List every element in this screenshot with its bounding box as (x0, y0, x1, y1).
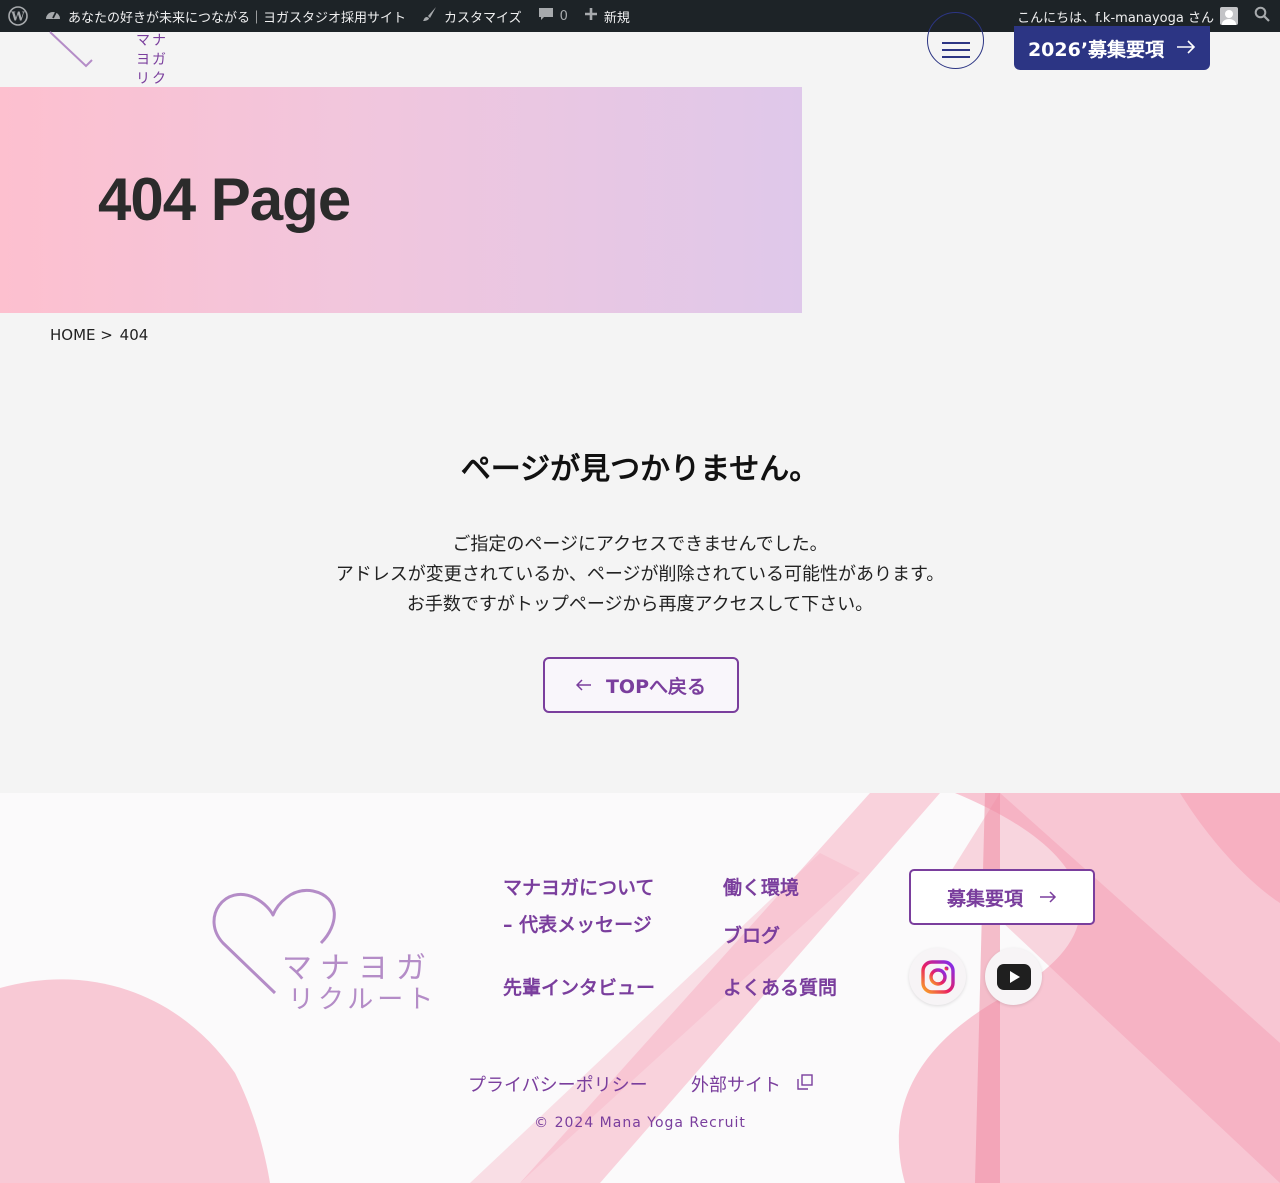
footer-link-environment[interactable]: 働く環境 (723, 873, 799, 900)
menu-line (942, 42, 970, 44)
page-hero: 404 Page (0, 87, 802, 313)
youtube-icon (996, 963, 1031, 990)
comments-count: 0 (559, 8, 568, 24)
footer-recruitment-label: 募集要項 (946, 887, 1023, 910)
hamburger-menu-button[interactable] (927, 12, 984, 69)
footer-link-message[interactable]: – 代表メッセージ (503, 910, 652, 937)
arrow-right-icon (1039, 886, 1057, 908)
admin-search[interactable] (1246, 0, 1280, 32)
back-to-top-button[interactable]: TOPへ戻る (543, 657, 739, 713)
comments-menu[interactable]: 0 (530, 0, 576, 32)
site-header: マナヨガ リクルート 2026’募集要項 (0, 12, 1280, 125)
wordpress-logo-icon[interactable]: W (0, 0, 36, 32)
breadcrumb: HOME > 404 (50, 326, 150, 344)
external-site-link[interactable]: 外部サイト (691, 1071, 813, 1097)
greeting-text: こんにちは、f.k-manayoga さん (1017, 10, 1214, 26)
not-found-message: ご指定のページにアクセスできませんでした。 アドレスが変更されているか、ページが… (0, 530, 1280, 620)
breadcrumb-home[interactable]: HOME (50, 326, 96, 344)
recruitment-2026-button[interactable]: 2026’募集要項 (1014, 26, 1210, 70)
brush-icon (422, 6, 438, 26)
page-title: 404 Page (98, 166, 351, 233)
logo-line1: マナヨガ (136, 33, 168, 68)
dashboard-icon (44, 6, 62, 26)
external-site-label: 外部サイト (691, 1075, 781, 1096)
footer-link-about[interactable]: マナヨガについて (503, 873, 654, 900)
footer-logo-line2: リクルート (288, 985, 438, 1015)
external-link-icon (797, 1073, 813, 1095)
menu-line (942, 49, 970, 51)
customize-menu[interactable]: カスタマイズ (414, 0, 530, 32)
instagram-icon (920, 959, 955, 994)
footer-link-faq[interactable]: よくある質問 (723, 973, 837, 1000)
message-line: お手数ですがトップページから再度アクセスして下さい。 (406, 594, 874, 615)
search-icon (1254, 6, 1270, 26)
breadcrumb-current: 404 (119, 326, 149, 344)
comment-bubble-icon (538, 6, 554, 26)
copyright: © 2024 Mana Yoga Recruit (534, 1115, 746, 1131)
site-logo[interactable]: マナヨガ リクルート (48, 28, 168, 125)
avatar (1220, 7, 1238, 25)
breadcrumb-separator: > (100, 326, 113, 344)
recruitment-2026-label: 2026’募集要項 (1027, 38, 1165, 61)
arrow-right-icon (1176, 37, 1196, 59)
menu-line (942, 56, 970, 58)
back-to-top-label: TOPへ戻る (605, 675, 707, 698)
svg-text:W: W (10, 10, 25, 24)
new-label: 新規 (603, 10, 630, 26)
privacy-policy-link[interactable]: プライバシーポリシー (468, 1071, 648, 1097)
message-line: アドレスが変更されているか、ページが削除されている可能性があります。 (335, 564, 945, 585)
new-content-menu[interactable]: 新規 (576, 0, 638, 32)
youtube-button[interactable] (985, 948, 1042, 1005)
plus-icon (584, 7, 598, 25)
footer-link-blog[interactable]: ブログ (723, 921, 780, 948)
site-footer: マナヨガ リクルート マナヨガについて – 代表メッセージ 先輩インタビュー 働… (0, 793, 1280, 1183)
site-name: あなたの好きが未来につながる｜ヨガスタジオ採用サイト (68, 10, 407, 26)
message-line: ご指定のページにアクセスできませんでした。 (452, 534, 828, 555)
footer-recruitment-button[interactable]: 募集要項 (909, 869, 1095, 925)
arrow-left-icon (575, 674, 592, 696)
not-found-heading: ページが見つかりません。 (460, 452, 820, 487)
instagram-button[interactable] (909, 948, 966, 1005)
footer-link-interview[interactable]: 先輩インタビュー (503, 973, 655, 1000)
customize-label: カスタマイズ (444, 10, 522, 26)
